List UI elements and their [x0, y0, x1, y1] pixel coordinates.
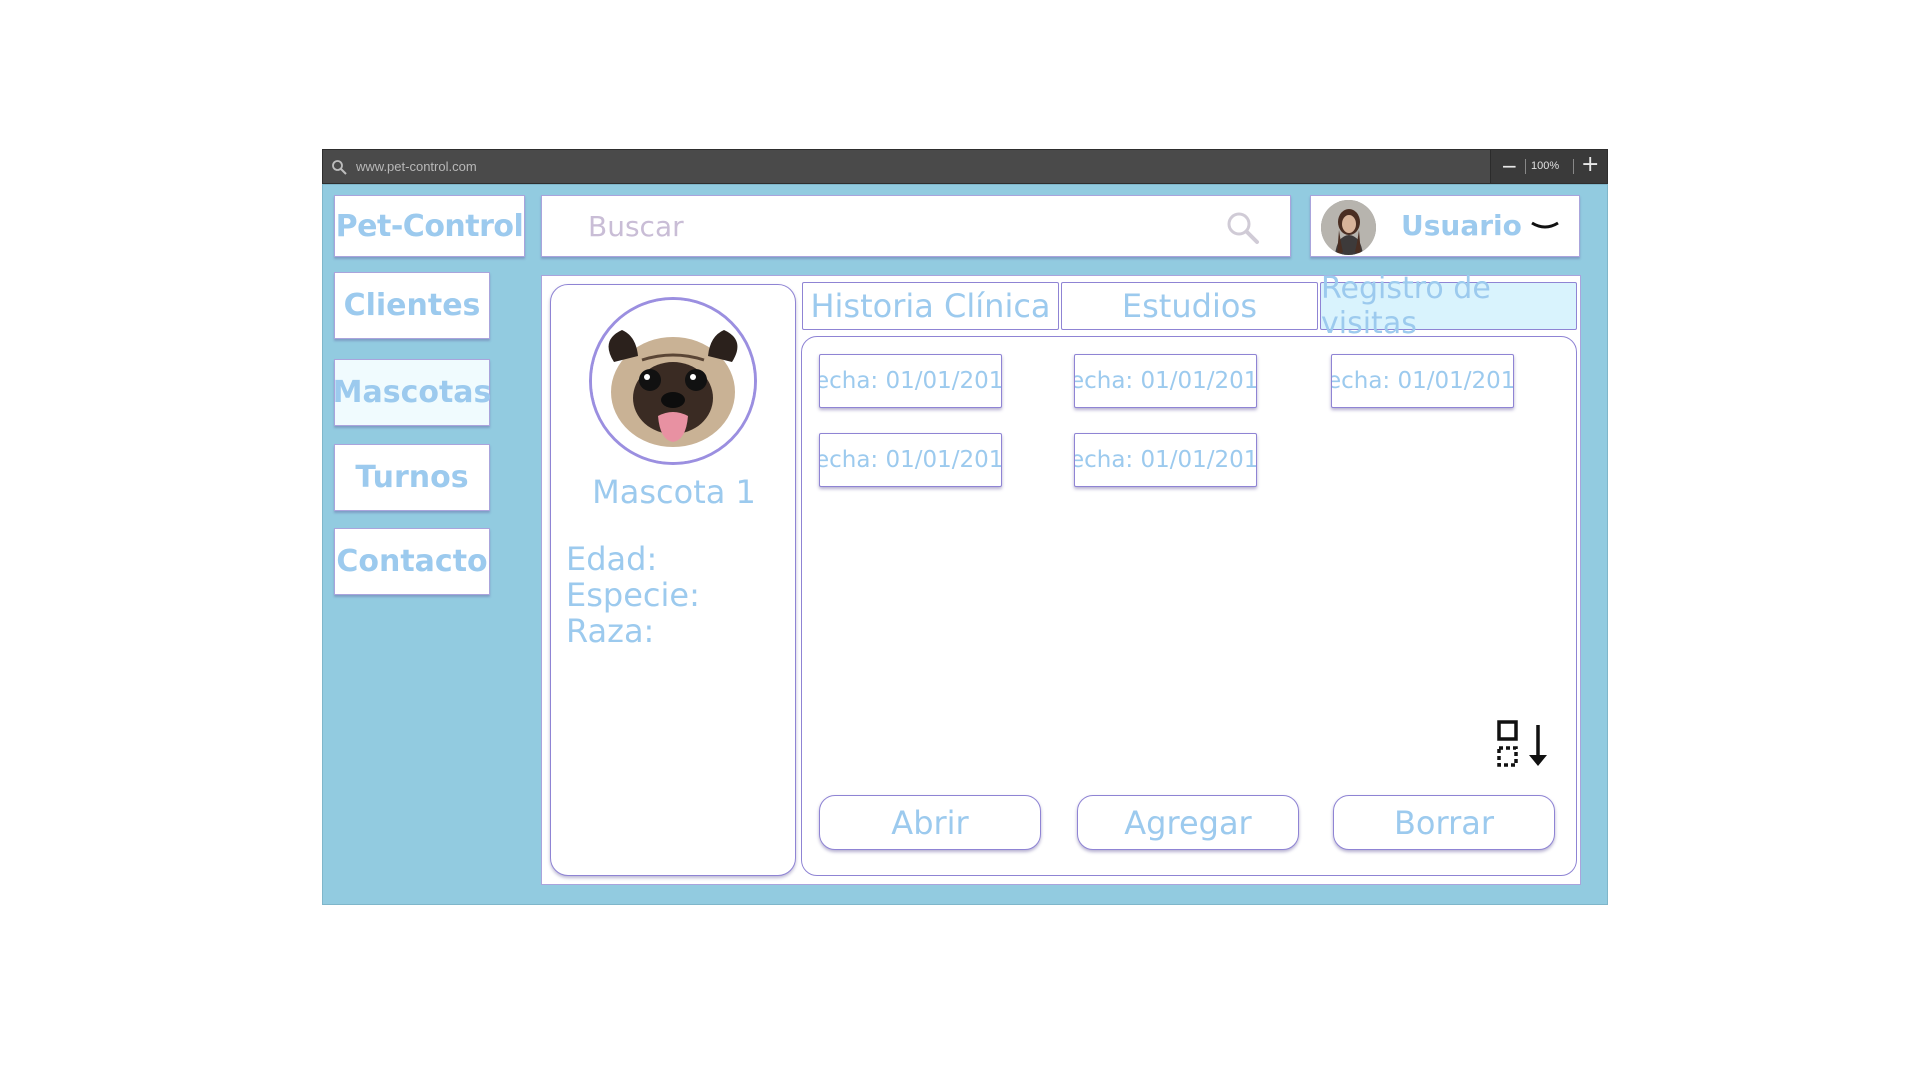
tab-historia-clinica[interactable]: Historia Clínica [802, 282, 1059, 330]
address-search-icon [332, 160, 347, 175]
zoom-level: 100% [1531, 160, 1560, 172]
zoom-out-button[interactable]: − [1501, 156, 1518, 176]
visits-panel: Fecha: 01/01/2015 Fecha: 01/01/2016 Fech… [801, 336, 1577, 876]
search-input[interactable] [552, 206, 1228, 246]
search-icon[interactable] [1225, 210, 1261, 246]
open-button[interactable]: Abrir [819, 795, 1041, 850]
chevron-down-icon[interactable] [1530, 218, 1560, 236]
qr-sort-down-icon[interactable] [1495, 719, 1555, 774]
visit-item[interactable]: Fecha: 01/01/2015 [819, 354, 1002, 408]
visit-item[interactable]: Fecha: 01/01/2017 [1331, 354, 1514, 408]
user-menu[interactable]: Usuario [1310, 195, 1580, 257]
avatar[interactable] [1321, 200, 1376, 255]
zoom-divider [1573, 159, 1574, 174]
pet-photo[interactable] [589, 297, 757, 465]
browser-address-bar: www.pet-control.com − 100% + [322, 149, 1608, 184]
zoom-controls: − 100% + [1490, 150, 1607, 183]
zoom-divider [1525, 159, 1526, 174]
visit-item[interactable]: Fecha: 01/01/2016 [1074, 354, 1257, 408]
url-text[interactable]: www.pet-control.com [356, 159, 477, 174]
user-name[interactable]: Usuario [1401, 209, 1522, 242]
visit-item[interactable]: Fecha: 01/01/2018 [819, 433, 1002, 487]
pet-species-label: Especie: [566, 576, 700, 614]
nav-item-clientes[interactable]: Clientes [334, 272, 490, 339]
app-area: Pet-Control Usuario [322, 184, 1608, 905]
pet-breed-label: Raza: [566, 612, 655, 650]
tab-registro-de-visitas[interactable]: Registro de visitas [1320, 271, 1577, 341]
pet-age-label: Edad: [566, 540, 658, 578]
add-button[interactable]: Agregar [1077, 795, 1299, 850]
nav-item-mascotas[interactable]: Mascotas [333, 359, 491, 426]
tab-estudios[interactable]: Estudios [1061, 282, 1318, 330]
delete-button[interactable]: Borrar [1333, 795, 1555, 850]
nav-item-turnos[interactable]: Turnos [334, 444, 490, 511]
pet-name: Mascota 1 [592, 473, 756, 511]
visit-item[interactable]: Fecha: 01/01/2019 [1074, 433, 1257, 487]
zoom-in-button[interactable]: + [1581, 154, 1599, 176]
nav-item-contacto[interactable]: Contacto [334, 528, 490, 595]
pet-card: Mascota 1 Edad: Especie: Raza: [550, 284, 796, 876]
search-bar [541, 195, 1291, 257]
app-logo[interactable]: Pet-Control [334, 195, 525, 257]
browser-window: www.pet-control.com − 100% + Pet-Control [322, 149, 1608, 905]
